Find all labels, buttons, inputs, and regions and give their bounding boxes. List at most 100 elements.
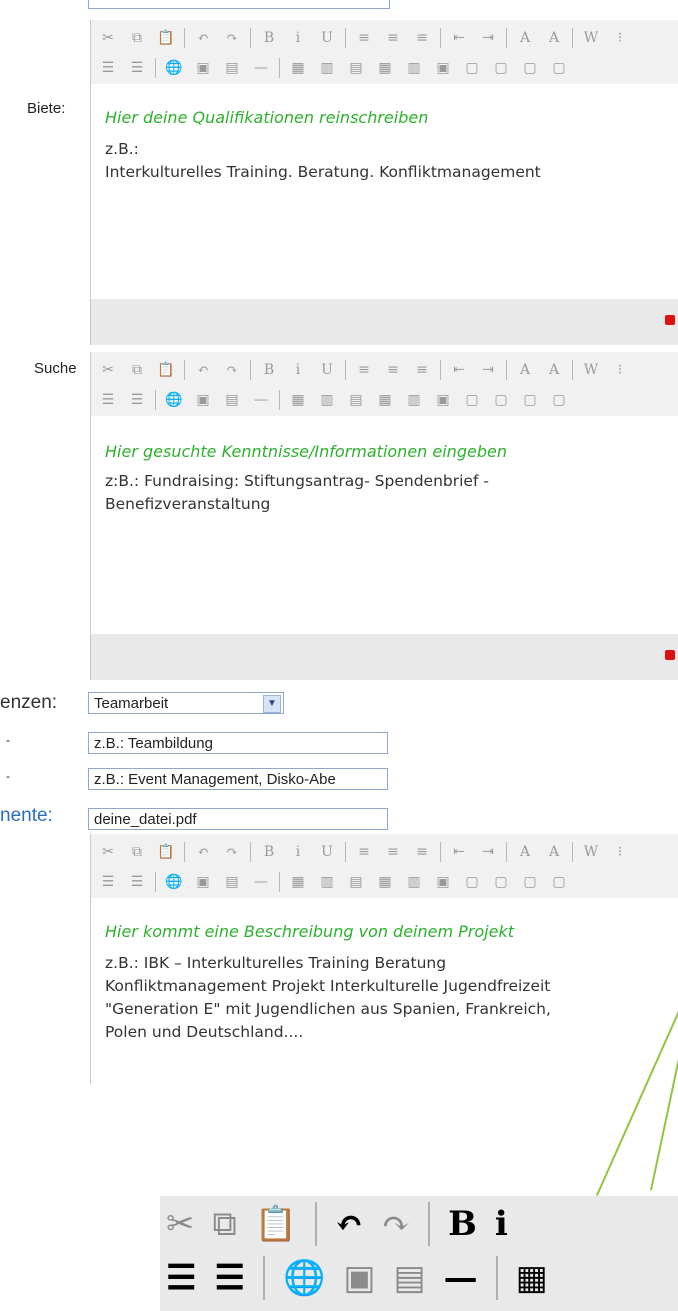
zoom-media-icon[interactable]: ▤ [393, 1258, 425, 1298]
suche-text-area[interactable]: Hier gesuchte Kenntnisse/Informationen e… [91, 416, 678, 634]
text-color-icon[interactable]: A [514, 359, 536, 381]
merge-icon[interactable]: ▢ [461, 389, 483, 411]
bold-icon[interactable]: B [258, 359, 280, 381]
zoom-italic-icon[interactable]: i [495, 1204, 508, 1244]
table-delete-icon[interactable]: ▢ [548, 871, 570, 893]
outdent-icon[interactable]: ⇤ [448, 27, 470, 49]
cell-icon[interactable]: ▣ [432, 57, 454, 79]
text-color-icon[interactable]: A [514, 27, 536, 49]
dokumente-input[interactable]: deine_datei.pdf [88, 808, 388, 830]
media-icon[interactable]: ▤ [221, 389, 243, 411]
numbered-list-icon[interactable]: ☰ [97, 389, 119, 411]
image-icon[interactable]: ▣ [192, 389, 214, 411]
zoom-bullet-list-icon[interactable]: ☰ [214, 1258, 244, 1298]
indent-icon[interactable]: ⇥ [477, 27, 499, 49]
cut-icon[interactable]: ✂ [97, 841, 119, 863]
zoom-hr-icon[interactable]: — [444, 1258, 478, 1298]
split-icon[interactable]: ▢ [490, 389, 512, 411]
chevron-down-icon[interactable]: ▼ [263, 695, 281, 713]
cell-props-icon[interactable]: ▢ [519, 57, 541, 79]
grid-icon[interactable]: ⁝ [609, 359, 631, 381]
copy-icon[interactable]: ⧉ [126, 27, 148, 49]
highlight-color-icon[interactable]: A [543, 27, 565, 49]
zoom-redo-icon[interactable]: ↷ [382, 1204, 411, 1244]
paste-icon[interactable]: 📋 [155, 27, 177, 49]
undo-icon[interactable]: ↶ [192, 841, 214, 863]
field3-input[interactable]: z.B.: Event Management, Disko-Abe [88, 768, 388, 790]
image-icon[interactable]: ▣ [192, 871, 214, 893]
word-paste-icon[interactable]: W [580, 841, 602, 863]
link-icon[interactable]: 🌐 [163, 389, 185, 411]
outdent-icon[interactable]: ⇤ [448, 841, 470, 863]
italic-icon[interactable]: i [287, 359, 309, 381]
cut-icon[interactable]: ✂ [97, 27, 119, 49]
column-icon[interactable]: ▥ [403, 389, 425, 411]
copy-icon[interactable]: ⧉ [126, 841, 148, 863]
field2-input[interactable]: z.B.: Teambildung [88, 732, 388, 754]
grid-icon[interactable]: ⁝ [609, 27, 631, 49]
table-props-icon[interactable]: ▥ [316, 389, 338, 411]
bullet-list-icon[interactable]: ☰ [126, 871, 148, 893]
row-delete-icon[interactable]: ▦ [374, 57, 396, 79]
highlight-color-icon[interactable]: A [543, 359, 565, 381]
row-insert-icon[interactable]: ▤ [345, 57, 367, 79]
zoom-bold-icon[interactable]: B [448, 1204, 477, 1244]
merge-icon[interactable]: ▢ [461, 871, 483, 893]
media-icon[interactable]: ▤ [221, 57, 243, 79]
zoom-undo-icon[interactable]: ↶ [335, 1204, 364, 1244]
table-insert-icon[interactable]: ▦ [287, 57, 309, 79]
bold-icon[interactable]: B [258, 27, 280, 49]
column-icon[interactable]: ▥ [403, 871, 425, 893]
underline-icon[interactable]: U [316, 359, 338, 381]
cell-icon[interactable]: ▣ [432, 871, 454, 893]
cut-icon[interactable]: ✂ [97, 359, 119, 381]
merge-icon[interactable]: ▢ [461, 57, 483, 79]
bullet-list-icon[interactable]: ☰ [126, 57, 148, 79]
zoom-copy-icon[interactable]: ⧉ [213, 1204, 237, 1244]
split-icon[interactable]: ▢ [490, 871, 512, 893]
paste-icon[interactable]: 📋 [155, 359, 177, 381]
table-props-icon[interactable]: ▥ [316, 57, 338, 79]
highlight-color-icon[interactable]: A [543, 841, 565, 863]
horizontal-rule-icon[interactable]: — [250, 871, 272, 893]
zoom-link-icon[interactable]: 🌐 [283, 1258, 325, 1298]
italic-icon[interactable]: i [287, 841, 309, 863]
grid-icon[interactable]: ⁝ [609, 841, 631, 863]
table-insert-icon[interactable]: ▦ [287, 871, 309, 893]
cell-icon[interactable]: ▣ [432, 389, 454, 411]
align-left-icon[interactable]: ≡ [353, 359, 375, 381]
horizontal-rule-icon[interactable]: — [250, 57, 272, 79]
zoom-image-icon[interactable]: ▣ [343, 1258, 375, 1298]
undo-icon[interactable]: ↶ [192, 359, 214, 381]
underline-icon[interactable]: U [316, 27, 338, 49]
stop-icon[interactable] [665, 650, 675, 660]
cell-props-icon[interactable]: ▢ [519, 871, 541, 893]
column-icon[interactable]: ▥ [403, 57, 425, 79]
image-icon[interactable]: ▣ [192, 57, 214, 79]
word-paste-icon[interactable]: W [580, 27, 602, 49]
underline-icon[interactable]: U [316, 841, 338, 863]
table-delete-icon[interactable]: ▢ [548, 57, 570, 79]
table-delete-icon[interactable]: ▢ [548, 389, 570, 411]
text-color-icon[interactable]: A [514, 841, 536, 863]
align-right-icon[interactable]: ≡ [411, 841, 433, 863]
bold-icon[interactable]: B [258, 841, 280, 863]
zoom-table-icon[interactable]: ▦ [516, 1258, 548, 1298]
row-insert-icon[interactable]: ▤ [345, 389, 367, 411]
paste-icon[interactable]: 📋 [155, 841, 177, 863]
link-icon[interactable]: 🌐 [163, 57, 185, 79]
split-icon[interactable]: ▢ [490, 57, 512, 79]
redo-icon[interactable]: ↷ [221, 359, 243, 381]
outdent-icon[interactable]: ⇤ [448, 359, 470, 381]
stop-icon[interactable] [665, 315, 675, 325]
link-icon[interactable]: 🌐 [163, 871, 185, 893]
align-center-icon[interactable]: ≡ [382, 359, 404, 381]
copy-icon[interactable]: ⧉ [126, 359, 148, 381]
bullet-list-icon[interactable]: ☰ [126, 389, 148, 411]
align-left-icon[interactable]: ≡ [353, 841, 375, 863]
undo-icon[interactable]: ↶ [192, 27, 214, 49]
align-left-icon[interactable]: ≡ [353, 27, 375, 49]
italic-icon[interactable]: i [287, 27, 309, 49]
indent-icon[interactable]: ⇥ [477, 841, 499, 863]
redo-icon[interactable]: ↷ [221, 27, 243, 49]
